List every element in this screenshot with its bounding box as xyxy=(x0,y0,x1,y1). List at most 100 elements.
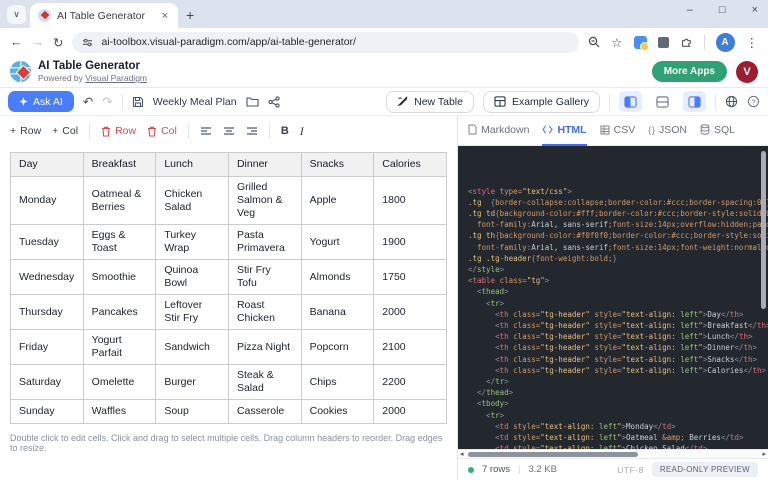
extensions-puzzle-icon[interactable] xyxy=(680,36,693,49)
table-cell[interactable]: 1750 xyxy=(374,260,447,295)
tab-json[interactable]: { } JSON xyxy=(648,116,687,146)
browser-profile-avatar[interactable]: A xyxy=(716,33,735,52)
share-icon[interactable] xyxy=(268,96,280,108)
code-content[interactable]: <style type="text/css">.tg {border-colla… xyxy=(458,146,768,449)
table-cell[interactable]: Waffles xyxy=(83,400,156,424)
column-header[interactable]: Breakfast xyxy=(83,153,156,177)
column-header[interactable]: Lunch xyxy=(156,153,229,177)
table-cell[interactable]: 2200 xyxy=(374,365,447,400)
address-bar[interactable]: ai-toolbox.visual-paradigm.com/app/ai-ta… xyxy=(72,32,579,53)
layout-split-right-button[interactable] xyxy=(683,91,706,112)
window-minimize-button[interactable]: – xyxy=(687,4,693,16)
table-cell[interactable]: 2100 xyxy=(374,330,447,365)
tab-search-button[interactable]: ∨ xyxy=(7,5,26,24)
table-cell[interactable]: Banana xyxy=(301,295,374,330)
zoom-icon[interactable] xyxy=(588,36,600,48)
table-cell[interactable]: Friday xyxy=(11,330,84,365)
bold-button[interactable]: B xyxy=(281,125,289,137)
table-cell[interactable]: Turkey Wrap xyxy=(156,225,229,260)
save-icon[interactable] xyxy=(132,96,144,108)
language-globe-icon[interactable] xyxy=(725,95,738,108)
table-cell[interactable]: 2000 xyxy=(374,400,447,424)
table-cell[interactable]: Tuesday xyxy=(11,225,84,260)
table-cell[interactable]: Pancakes xyxy=(83,295,156,330)
new-table-button[interactable]: New Table xyxy=(386,91,474,113)
table-cell[interactable]: 2000 xyxy=(374,295,447,330)
table-cell[interactable]: Leftover Stir Fry xyxy=(156,295,229,330)
code-vertical-scrollbar[interactable] xyxy=(761,151,766,309)
window-maximize-button[interactable]: □ xyxy=(719,4,726,16)
extension-dark-icon[interactable] xyxy=(658,37,669,48)
user-avatar[interactable]: V xyxy=(736,61,758,83)
redo-button[interactable]: ↷ xyxy=(102,94,112,109)
align-left-button[interactable] xyxy=(200,126,212,136)
scroll-left-arrow[interactable]: ◂ xyxy=(460,450,464,459)
italic-button[interactable]: I xyxy=(300,124,304,139)
scroll-right-arrow[interactable]: ▸ xyxy=(762,450,766,459)
table-cell[interactable]: Roast Chicken xyxy=(228,295,301,330)
tab-sql[interactable]: SQL xyxy=(700,116,735,146)
table-cell[interactable]: Pizza Night xyxy=(228,330,301,365)
table-cell[interactable]: Popcorn xyxy=(301,330,374,365)
layout-split-bottom-button[interactable] xyxy=(651,91,674,112)
more-apps-button[interactable]: More Apps xyxy=(652,61,727,82)
table-cell[interactable]: Apple xyxy=(301,177,374,225)
table-cell[interactable]: Stir Fry Tofu xyxy=(228,260,301,295)
table-cell[interactable]: Wednesday xyxy=(11,260,84,295)
table-cell[interactable]: Soup xyxy=(156,400,229,424)
table-cell[interactable]: Burger xyxy=(156,365,229,400)
delete-row-button[interactable]: Row xyxy=(101,125,136,137)
table-cell[interactable]: Eggs & Toast xyxy=(83,225,156,260)
align-center-button[interactable] xyxy=(223,126,235,136)
back-button[interactable]: ← xyxy=(10,35,23,49)
extension-colored-icon[interactable] xyxy=(634,36,647,49)
table-cell[interactable]: Pasta Primavera xyxy=(228,225,301,260)
new-tab-button[interactable]: + xyxy=(186,7,194,23)
table-cell[interactable]: Sunday xyxy=(11,400,84,424)
open-folder-icon[interactable] xyxy=(246,96,259,107)
forward-button[interactable]: → xyxy=(32,35,45,49)
table-cell[interactable]: Steak & Salad xyxy=(228,365,301,400)
window-close-button[interactable]: × xyxy=(752,4,758,16)
browser-menu-icon[interactable]: ⋮ xyxy=(746,35,759,50)
table-cell[interactable]: 1800 xyxy=(374,177,447,225)
reload-button[interactable]: ↻ xyxy=(53,35,63,50)
column-header[interactable]: Calories xyxy=(374,153,447,177)
help-icon[interactable]: ? xyxy=(747,95,760,108)
table-cell[interactable]: 1900 xyxy=(374,225,447,260)
table-cell[interactable]: Monday xyxy=(11,177,84,225)
table-cell[interactable]: Sandwich xyxy=(156,330,229,365)
delete-col-button[interactable]: Col xyxy=(147,125,177,137)
undo-button[interactable]: ↶ xyxy=(83,94,93,109)
layout-split-left-button[interactable] xyxy=(619,91,642,112)
tab-close-icon[interactable]: × xyxy=(160,10,170,22)
column-header[interactable]: Snacks xyxy=(301,153,374,177)
file-name[interactable]: Weekly Meal Plan xyxy=(153,96,237,108)
browser-tab[interactable]: AI Table Generator × xyxy=(30,3,178,28)
bookmark-star-icon[interactable]: ☆ xyxy=(611,35,622,50)
table-cell[interactable]: Almonds xyxy=(301,260,374,295)
meal-table[interactable]: DayBreakfastLunchDinnerSnacksCalories Mo… xyxy=(10,152,447,424)
table-cell[interactable]: Grilled Salmon & Veg xyxy=(228,177,301,225)
example-gallery-button[interactable]: Example Gallery xyxy=(483,91,600,113)
table-cell[interactable]: Yogurt Parfait xyxy=(83,330,156,365)
tab-markdown[interactable]: Markdown xyxy=(468,116,529,146)
table-cell[interactable]: Cookies xyxy=(301,400,374,424)
table-cell[interactable]: Omelette xyxy=(83,365,156,400)
add-row-button[interactable]: + Row xyxy=(10,125,41,137)
table-cell[interactable]: Chicken Salad xyxy=(156,177,229,225)
table-cell[interactable]: Quinoa Bowl xyxy=(156,260,229,295)
tab-html[interactable]: HTML xyxy=(542,116,586,146)
tab-csv[interactable]: CSV xyxy=(600,116,636,146)
code-horizontal-scrollbar[interactable]: ◂ ▸ xyxy=(458,449,768,458)
visual-paradigm-link[interactable]: Visual Paradigm xyxy=(85,73,147,83)
table-cell[interactable]: Thursday xyxy=(11,295,84,330)
table-cell[interactable]: Oatmeal & Berries xyxy=(83,177,156,225)
align-right-button[interactable] xyxy=(246,126,258,136)
table-cell[interactable]: Smoothie xyxy=(83,260,156,295)
table-cell[interactable]: Yogurt xyxy=(301,225,374,260)
table-cell[interactable]: Casserole xyxy=(228,400,301,424)
table-cell[interactable]: Saturday xyxy=(11,365,84,400)
ask-ai-button[interactable]: Ask AI xyxy=(8,91,74,112)
table-cell[interactable]: Chips xyxy=(301,365,374,400)
